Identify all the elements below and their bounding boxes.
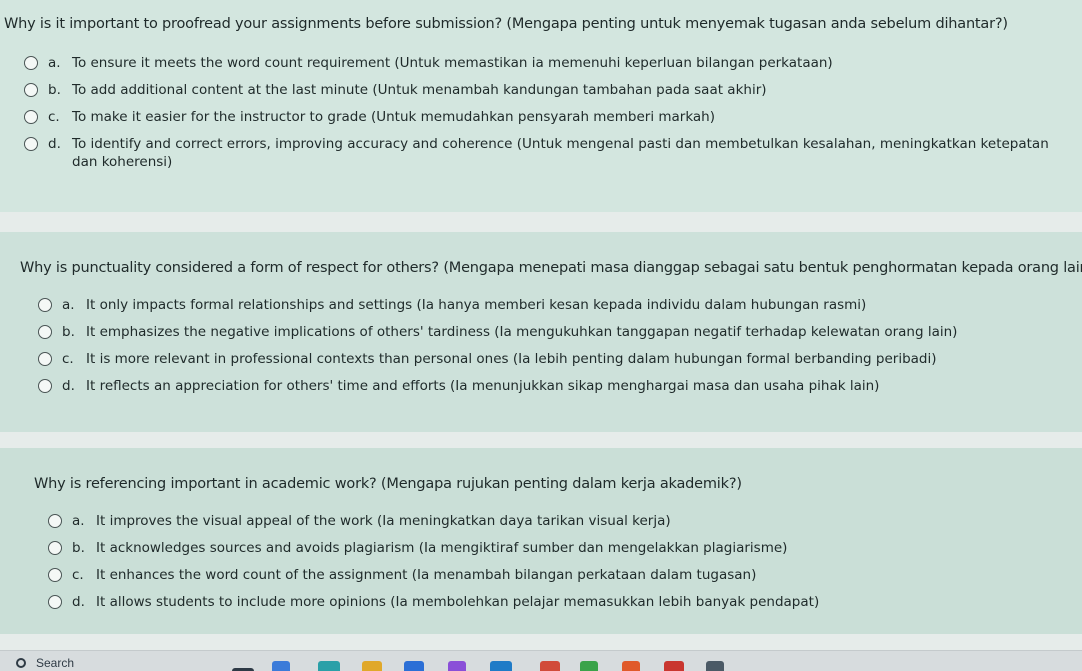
options-list: a. It improves the visual appeal of the … [0, 512, 1082, 611]
taskbar-app-icon-8[interactable] [540, 661, 560, 671]
taskbar-app-icon-9[interactable] [580, 661, 598, 671]
options-list: a. It only impacts formal relationships … [0, 296, 1082, 395]
option-letter: a. [48, 55, 61, 71]
taskbar-app-icon-10[interactable] [622, 661, 640, 671]
option-text: It allows students to include more opini… [96, 594, 820, 610]
question-text: Why is it important to proofread your as… [4, 16, 1008, 32]
option-b[interactable]: b. It emphasizes the negative implicatio… [0, 323, 1082, 341]
radio-button[interactable] [38, 298, 52, 312]
option-text: To identify and correct errors, improvin… [72, 136, 1049, 170]
option-text: It is more relevant in professional cont… [86, 351, 937, 367]
question-card-3: Why is referencing important in academic… [0, 448, 1082, 634]
option-text: To make it easier for the instructor to … [72, 109, 716, 125]
option-letter: b. [72, 540, 85, 556]
option-letter: b. [62, 324, 75, 340]
question-text: Why is referencing important in academic… [34, 476, 742, 492]
option-letter: c. [72, 567, 84, 583]
option-b[interactable]: b. To add additional content at the last… [0, 81, 1082, 99]
option-letter: d. [72, 594, 85, 610]
option-b[interactable]: b. It acknowledges sources and avoids pl… [0, 539, 1082, 557]
radio-button[interactable] [38, 325, 52, 339]
option-a[interactable]: a. It only impacts formal relationships … [0, 296, 1082, 314]
option-text: It enhances the word count of the assign… [96, 567, 757, 583]
taskbar: Search [0, 650, 1082, 671]
option-text: To add additional content at the last mi… [72, 82, 767, 98]
question-card-2: Why is punctuality considered a form of … [0, 232, 1082, 432]
taskbar-app-icon-3[interactable] [318, 661, 340, 671]
option-d[interactable]: d. It reflects an appreciation for other… [0, 377, 1082, 395]
taskbar-search-label[interactable]: Search [36, 656, 74, 670]
option-d[interactable]: d. It allows students to include more op… [0, 593, 1082, 611]
option-letter: a. [72, 513, 85, 529]
option-c[interactable]: c. It is more relevant in professional c… [0, 350, 1082, 368]
taskbar-app-icon-11[interactable] [664, 661, 684, 671]
question-card-1: Why is it important to proofread your as… [0, 0, 1082, 212]
option-text: It only impacts formal relationships and… [86, 297, 867, 313]
option-text: It improves the visual appeal of the wor… [96, 513, 671, 529]
option-a[interactable]: a. To ensure it meets the word count req… [0, 54, 1082, 72]
taskbar-app-icon-12[interactable] [706, 661, 724, 671]
option-c[interactable]: c. It enhances the word count of the ass… [0, 566, 1082, 584]
option-letter: c. [62, 351, 74, 367]
option-letter: a. [62, 297, 75, 313]
taskbar-app-icon-2[interactable] [272, 661, 290, 671]
radio-button[interactable] [48, 514, 62, 528]
radio-button[interactable] [38, 352, 52, 366]
option-text: It emphasizes the negative implications … [86, 324, 958, 340]
taskbar-app-icon-7[interactable] [490, 661, 512, 671]
taskbar-app-icon-4[interactable] [362, 661, 382, 671]
radio-button[interactable] [24, 110, 38, 124]
option-text: It acknowledges sources and avoids plagi… [96, 540, 788, 556]
option-letter: c. [48, 109, 60, 125]
option-letter: d. [48, 136, 61, 152]
option-letter: d. [62, 378, 75, 394]
option-text: It reflects an appreciation for others' … [86, 378, 880, 394]
taskbar-app-icon-5[interactable] [404, 661, 424, 671]
radio-button[interactable] [38, 379, 52, 393]
option-d[interactable]: d. To identify and correct errors, impro… [0, 135, 1082, 171]
option-text: To ensure it meets the word count requir… [72, 55, 833, 71]
radio-button[interactable] [24, 83, 38, 97]
option-c[interactable]: c. To make it easier for the instructor … [0, 108, 1082, 126]
question-text: Why is punctuality considered a form of … [20, 260, 1082, 276]
radio-button[interactable] [48, 568, 62, 582]
taskbar-app-icon-6[interactable] [448, 661, 466, 671]
option-a[interactable]: a. It improves the visual appeal of the … [0, 512, 1082, 530]
radio-button[interactable] [24, 137, 38, 151]
radio-button[interactable] [24, 56, 38, 70]
radio-button[interactable] [48, 595, 62, 609]
option-letter: b. [48, 82, 61, 98]
radio-button[interactable] [48, 541, 62, 555]
options-list: a. To ensure it meets the word count req… [0, 54, 1082, 171]
search-icon[interactable] [16, 658, 26, 668]
